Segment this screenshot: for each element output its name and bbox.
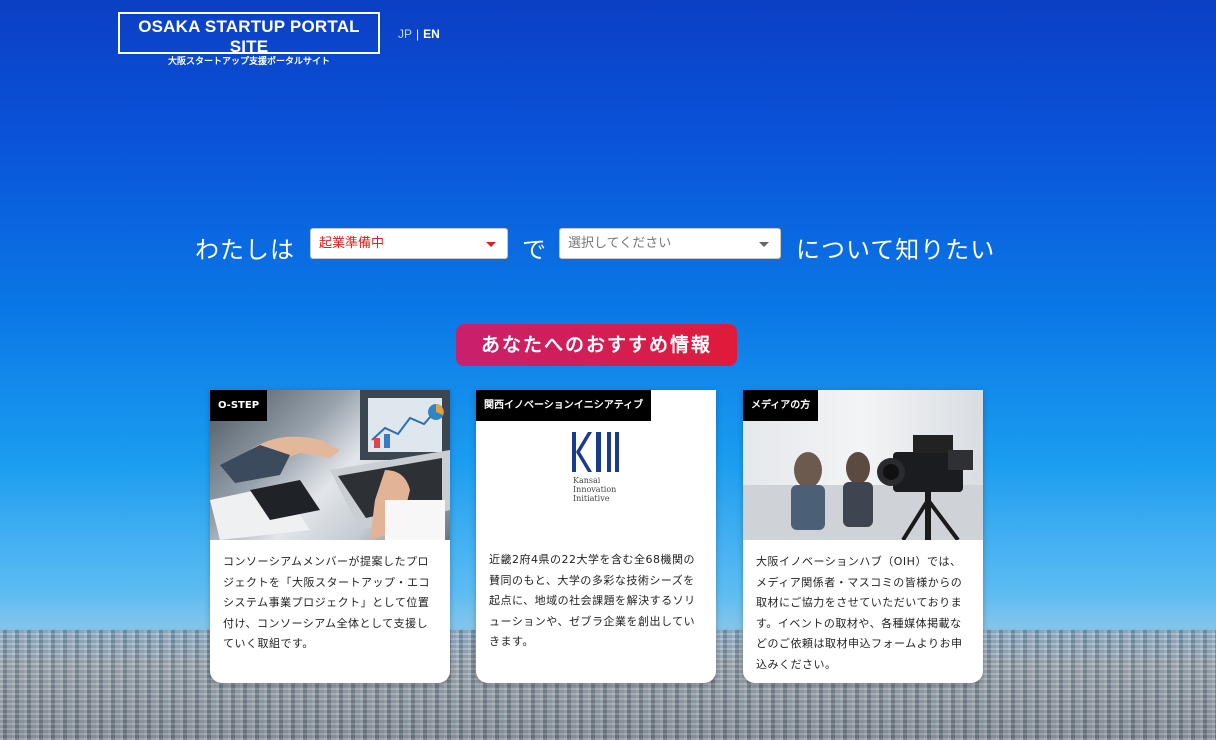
- selector-prefix: わたしは: [195, 236, 295, 264]
- stage-select-value: 起業準備中: [319, 236, 385, 251]
- recommendation-heading: あなたへのおすすめ情報: [456, 324, 737, 366]
- logo-title: OSAKA STARTUP PORTAL SITE: [138, 17, 360, 56]
- card-image-ksii-logo: Kansai Innovation Initiative 関西イノベーションイニ…: [476, 390, 716, 540]
- card-image-video-camera: メディアの方: [743, 390, 983, 540]
- card-kansai-innovation[interactable]: Kansai Innovation Initiative 関西イノベーションイニ…: [476, 390, 716, 683]
- lang-separator: |: [416, 27, 420, 41]
- ksii-caption-line2: Innovation: [573, 485, 616, 494]
- language-switcher: JP | EN: [398, 27, 440, 41]
- topic-select[interactable]: 選択してください: [559, 228, 781, 259]
- ksii-caption-line1: Kansai: [573, 476, 601, 485]
- ksii-caption-line3: Initiative: [573, 494, 610, 503]
- chevron-down-icon: [486, 242, 496, 247]
- lang-en-link[interactable]: EN: [423, 27, 440, 41]
- card-tag: O-STEP: [210, 390, 268, 421]
- card-image-business-meeting: O-STEP: [210, 390, 450, 540]
- card-description: コンソーシアムメンバーが提案したプロジェクトを「大阪スタートアップ・エコシステム…: [223, 555, 430, 650]
- card-o-step[interactable]: O-STEP コンソーシアムメンバーが提案したプロジェクトを「大阪スタートアップ…: [210, 390, 450, 683]
- card-description: 近畿2府4県の22大学を含む全68機関の賛同のもと、大学の多彩な技術シーズを起点…: [489, 553, 696, 648]
- card-tag: メディアの方: [743, 390, 819, 421]
- card-media[interactable]: メディアの方 大阪イノベーションハブ（OIH）では、メディア関係者・マスコミの皆…: [743, 390, 983, 683]
- card-description: 大阪イノベーションハブ（OIH）では、メディア関係者・マスコミの皆様からの取材に…: [756, 555, 963, 671]
- selector-middle: で: [522, 236, 547, 264]
- card-tag: 関西イノベーションイニシアティブ: [476, 390, 652, 421]
- topic-select-placeholder: 選択してください: [568, 236, 672, 251]
- stage-select[interactable]: 起業準備中: [310, 228, 508, 259]
- site-logo[interactable]: OSAKA STARTUP PORTAL SITE 大阪スタートアップ支援ポータ…: [118, 12, 380, 67]
- selector-suffix: について知りたい: [796, 236, 996, 264]
- logo-subtitle: 大阪スタートアップ支援ポータルサイト: [167, 57, 330, 67]
- chevron-down-icon: [759, 242, 769, 247]
- lang-jp-link[interactable]: JP: [398, 27, 412, 41]
